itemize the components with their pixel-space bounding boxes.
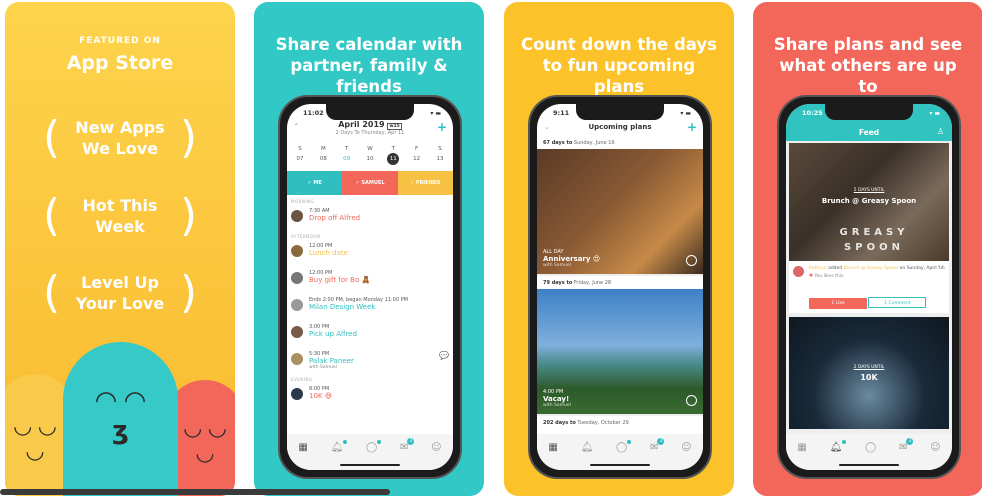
list-item[interactable]: 8:00 PM 10K 😅 xyxy=(287,382,453,409)
month-title: April 2019 w15 xyxy=(338,120,402,130)
filter-friends[interactable]: ✓ FRIENDS xyxy=(397,171,453,195)
calendar-panel: Share calendar with partner, family & fr… xyxy=(254,2,484,496)
inbox-tab-icon[interactable]: ✉ 3 xyxy=(400,438,415,470)
award-new-apps: (New Apps We Love) xyxy=(43,108,197,168)
list-item[interactable]: 12:00 PM Lunch date xyxy=(287,239,453,266)
wifi-battery-icon: ▾ ▬ xyxy=(929,110,940,117)
plan-card[interactable]: 4:00 PM Vacay! with Samuel xyxy=(537,289,703,414)
wifi-battery-icon: ▾ ▬ xyxy=(430,110,441,117)
laurel-icon: ) xyxy=(179,112,197,163)
phone-frame: Feed ♙ 10:25 ▾ ▬ 5 DAYS UNTIL Brunch @ G… xyxy=(777,95,961,479)
list-item[interactable]: 5:30 PM Palak Paneer with Samuel 💬 xyxy=(287,347,453,374)
phone-frame: 9:11 ▾ ▬ ⌄ Upcoming plans + 67 days to S… xyxy=(528,95,712,479)
laurel-icon: ( xyxy=(43,267,61,318)
horizontal-scrollbar[interactable] xyxy=(0,489,390,495)
notification-person-icon[interactable]: ♙ xyxy=(937,127,944,136)
laurel-icon: ) xyxy=(179,190,197,241)
countdown-header: 79 days to Friday, June 28 xyxy=(537,276,703,289)
app-store-label: App Store xyxy=(66,52,174,74)
plan-card[interactable]: ALL DAY Anniversary 😍 with Samuel xyxy=(537,149,703,274)
countdown-panel: Count down the days to fun upcoming plan… xyxy=(504,2,734,496)
list-item[interactable]: Ends 2:00 PM, began Monday 11:00 PM Milan… xyxy=(287,293,453,320)
screen-title: Feed xyxy=(858,128,880,137)
list-item[interactable]: 12:00 PM Buy gift for Bo 🧸 xyxy=(287,266,453,293)
comment-icon[interactable]: 💬 xyxy=(439,351,449,360)
subtitle: 2 Days To Thursday, Apr 11 xyxy=(335,130,405,136)
profile-tab-icon[interactable]: ☺ xyxy=(930,442,940,470)
laurel-icon: ( xyxy=(43,112,61,163)
status-time: 9:11 xyxy=(553,109,570,117)
status-time: 11:02 xyxy=(303,109,324,117)
avatar xyxy=(793,266,804,277)
headline: Count down the days to fun upcoming plan… xyxy=(520,35,718,96)
countdown-header: 202 days to Tuesday, October 29 xyxy=(537,416,703,429)
date-row[interactable]: 07 08 09 10 11 12 13 xyxy=(291,153,449,165)
activity-item: Kathryn added Brunch @ Greasy Spoon on S… xyxy=(789,261,949,313)
like-button[interactable]: 1 Like xyxy=(809,298,867,309)
list-item[interactable]: 7:30 AM Drop off Alfred xyxy=(287,204,453,231)
countdown-header: 67 days to Sunday, June 16 xyxy=(537,136,703,149)
calendar-filters: ✓ ME ✓ SAMUEL ✓ FRIENDS xyxy=(287,171,453,195)
headline: Share plans and see what others are up t… xyxy=(773,35,963,96)
add-icon[interactable]: + xyxy=(437,120,447,134)
filter-me[interactable]: ✓ ME xyxy=(287,171,343,195)
profile-tab-icon[interactable]: ☺ xyxy=(681,442,691,470)
status-time: 10:25 xyxy=(802,109,823,117)
calendar-tab-icon[interactable]: ▦ xyxy=(797,442,806,470)
featured-label: FEATURED ON xyxy=(79,36,161,46)
wifi-battery-icon: ▾ ▬ xyxy=(680,110,691,117)
award-hot-this-week: (Hot This Week) xyxy=(43,186,197,246)
headline: Share calendar with partner, family & fr… xyxy=(275,35,463,96)
list-item[interactable]: 3:00 PM Pick up Alfred xyxy=(287,320,453,347)
calendar-tab-icon[interactable]: ▦ xyxy=(298,442,307,470)
heart-icon: ♥ xyxy=(809,274,814,279)
kiss-character: ◠ ◠ ʒ xyxy=(63,342,178,496)
filter-samuel[interactable]: ✓ SAMUEL xyxy=(342,171,398,195)
weekday-row: SMTWTFS xyxy=(298,146,442,152)
feed-card[interactable]: 2 DAYS UNTIL 10K xyxy=(789,317,949,429)
greasy-spoon-logo: GREASY SPOON xyxy=(839,227,909,253)
screen-title: Upcoming plans xyxy=(588,123,652,131)
agenda-list: MORNING 7:30 AM Drop off Alfred AFTERNOON… xyxy=(287,196,453,409)
calendar-tab-icon[interactable]: ▦ xyxy=(548,442,557,470)
award-level-up: (Level Up Your Love) xyxy=(43,263,197,323)
laurel-icon: ) xyxy=(179,267,197,318)
share-icon[interactable] xyxy=(686,395,697,406)
featured-panel: FEATURED ON App Store (New Apps We Love)… xyxy=(5,2,235,496)
share-icon[interactable] xyxy=(686,255,697,266)
feed-card[interactable]: 5 DAYS UNTIL Brunch @ Greasy Spoon GREAS… xyxy=(789,143,949,261)
add-icon[interactable]: + xyxy=(687,120,697,134)
inbox-tab-icon[interactable]: ✉ 3 xyxy=(899,438,914,470)
feed-panel: Share plans and see what others are up t… xyxy=(753,2,982,496)
comment-button[interactable]: 1 Comment xyxy=(868,297,927,308)
selected-date: 11 xyxy=(387,153,400,165)
phone-frame: 11:02 ▾ ▬ ⌃ April 2019 w15 2 Days To Thu… xyxy=(278,95,462,479)
profile-tab-icon[interactable]: ☺ xyxy=(431,442,441,470)
laurel-icon: ( xyxy=(43,190,61,241)
inbox-tab-icon[interactable]: ✉ 3 xyxy=(650,438,665,470)
